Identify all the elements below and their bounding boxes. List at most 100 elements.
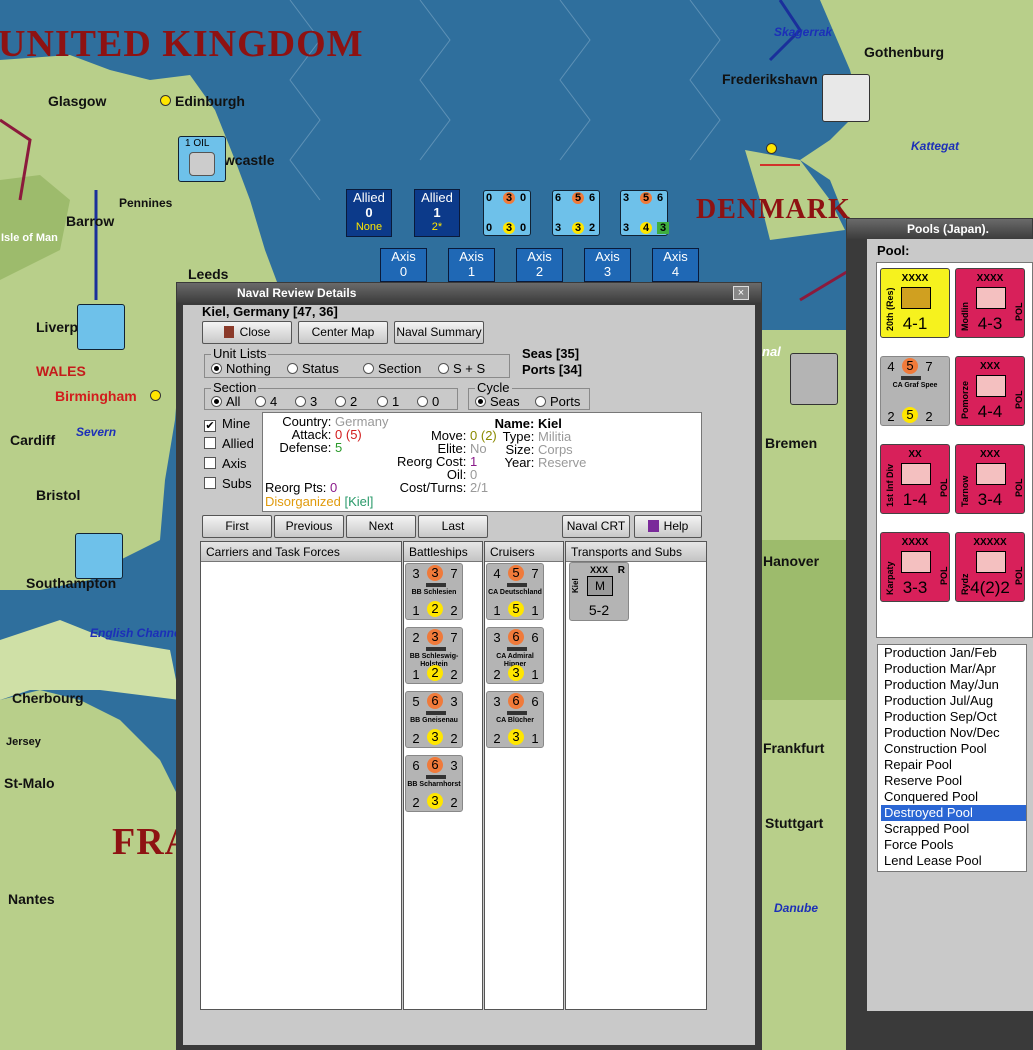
ship-speed: 2 bbox=[450, 603, 458, 618]
ship-counter[interactable]: 3 6 6 CA Blücher 2 3 1 bbox=[486, 691, 544, 748]
naval-summary-button[interactable]: Naval Summary bbox=[394, 321, 484, 344]
ports-count: Ports [34] bbox=[522, 362, 582, 377]
ship-counter[interactable]: 5 6 3 BB Gneisenau 2 3 2 bbox=[405, 691, 463, 748]
radio-section-4[interactable]: 4 bbox=[255, 395, 277, 409]
unit-status: Disorganized [Kiel] bbox=[265, 494, 374, 509]
checkbox-axis[interactable]: Axis bbox=[204, 457, 247, 471]
radio-cycle-seas[interactable]: Seas bbox=[475, 395, 520, 409]
radio-nothing[interactable]: Nothing bbox=[211, 362, 271, 376]
kiel-militia-counter[interactable]: XXX R Kiel M 5-2 bbox=[569, 562, 629, 621]
pool-unit-counter[interactable]: XXXXX Rydz POL 4(2)2 bbox=[955, 532, 1025, 602]
close-window-icon[interactable]: × bbox=[733, 286, 749, 300]
pool-list-item[interactable]: Production Jan/Feb bbox=[881, 645, 1026, 661]
pool-list-item[interactable]: Lend Lease Pool bbox=[881, 853, 1026, 869]
close-button[interactable]: Close bbox=[202, 321, 292, 344]
radio-section-0[interactable]: 0 bbox=[417, 395, 439, 409]
allied-box-sub: None bbox=[355, 221, 383, 233]
help-book-icon bbox=[647, 520, 659, 532]
pool-list-item[interactable]: Destroyed Pool bbox=[881, 805, 1026, 821]
axis-box-2[interactable]: Axis 2 bbox=[516, 248, 563, 282]
allied-box-label: Allied bbox=[353, 190, 385, 205]
pool-list-item[interactable]: Production Nov/Dec bbox=[881, 725, 1026, 741]
checkbox-subs[interactable]: Subs bbox=[204, 477, 252, 491]
pool-list-item[interactable]: Production Sep/Oct bbox=[881, 709, 1026, 725]
radio-s-plus-s[interactable]: S + S bbox=[438, 362, 485, 376]
pool-list-item[interactable]: Conquered Pool bbox=[881, 789, 1026, 805]
german-unit-counter[interactable] bbox=[822, 74, 870, 122]
counter-value: 3 bbox=[657, 222, 669, 234]
axis-box-value: 3 bbox=[603, 264, 612, 279]
ship-surface-strength: 6 bbox=[427, 757, 443, 773]
ship-counter[interactable]: 4 5 7 CA Deutschland 1 5 1 bbox=[486, 563, 544, 620]
radio-section[interactable]: Section bbox=[363, 362, 421, 376]
ship-counter[interactable]: 6 6 3 BB Scharnhorst 2 3 2 bbox=[405, 755, 463, 812]
radio-section-3[interactable]: 3 bbox=[295, 395, 317, 409]
pool-unit-counter[interactable]: XX 1st Inf Div POL 1-4 bbox=[880, 444, 950, 514]
radio-section-1[interactable]: 1 bbox=[377, 395, 399, 409]
pool-list-item[interactable]: Repair Pool bbox=[881, 757, 1026, 773]
pool-list-item[interactable]: Production May/Jun bbox=[881, 677, 1026, 693]
pool-unit-counter[interactable]: XXXX Karpaty POL 3-3 bbox=[880, 532, 950, 602]
ship-aa: 1 bbox=[412, 667, 420, 682]
radio-cycle-ports[interactable]: Ports bbox=[535, 395, 580, 409]
uk-transport-counter[interactable]: 0 3 0 0 3 0 bbox=[483, 190, 531, 236]
pool-list-item[interactable]: Construction Pool bbox=[881, 741, 1026, 757]
counter-value: 6 bbox=[555, 192, 562, 204]
unit-flag: R bbox=[617, 565, 625, 576]
pool-unit-counter[interactable]: XXX Tarnow POL 3-4 bbox=[955, 444, 1025, 514]
first-button[interactable]: First bbox=[202, 515, 272, 538]
allied-box-0[interactable]: Allied 0 None bbox=[346, 189, 392, 237]
ship-counter[interactable]: 2 3 7 BB Schleswig-Holstein 1 2 2 bbox=[405, 627, 463, 684]
river-severn: Severn bbox=[76, 425, 117, 439]
counter-value: 3 bbox=[555, 222, 562, 234]
next-button[interactable]: Next bbox=[346, 515, 416, 538]
radio-section-all[interactable]: All bbox=[211, 395, 240, 409]
checkbox-allied[interactable]: Allied bbox=[204, 437, 254, 451]
unit-strength: 4-4 bbox=[977, 402, 1003, 421]
pool-list-item[interactable]: Force Pools bbox=[881, 837, 1026, 853]
ship-counter[interactable]: 4 5 7 CA Graf Spee 2 5 2 bbox=[880, 356, 950, 426]
axis-box-4[interactable]: Axis 4 bbox=[652, 248, 699, 282]
carriers-column: Carriers and Task Forces bbox=[200, 541, 402, 1010]
last-button[interactable]: Last bbox=[418, 515, 488, 538]
city-dot bbox=[160, 95, 171, 106]
ship-counter[interactable]: 366CA Admiral Hipper231 bbox=[486, 627, 544, 684]
reorg-pts: Reorg Pts: 0 bbox=[265, 480, 338, 495]
allied-box-1[interactable]: Allied 1 2* bbox=[414, 189, 460, 237]
region-wales: WALES bbox=[36, 363, 86, 379]
pool-list[interactable]: Production Jan/Feb Production Mar/Apr Prod… bbox=[877, 644, 1027, 872]
isle-of-man: Isle of Man bbox=[1, 232, 58, 244]
oil-label: 1 OIL bbox=[185, 138, 210, 149]
allied-box-value: 0 bbox=[365, 205, 373, 220]
seas-count: Seas [35] bbox=[522, 346, 580, 361]
axis-box-0[interactable]: Axis 0 bbox=[380, 248, 427, 282]
naval-crt-button[interactable]: Naval CRT bbox=[562, 515, 630, 538]
pool-unit-counter[interactable]: XXXX 20th (Res) 4-1 bbox=[880, 268, 950, 338]
uk-bb-renown-counter[interactable]: 6 5 6 3 3 2 bbox=[552, 190, 600, 236]
previous-button[interactable]: Previous bbox=[274, 515, 344, 538]
pool-list-item[interactable]: Reserve Pool bbox=[881, 773, 1026, 789]
counter-value: 2 bbox=[589, 222, 596, 234]
center-map-button[interactable]: Center Map bbox=[298, 321, 388, 344]
ship-range: 7 bbox=[450, 566, 458, 581]
axis-box-1[interactable]: Axis 1 bbox=[448, 248, 495, 282]
oil-resource-counter[interactable]: 1 OIL bbox=[178, 136, 226, 182]
ship-aa: 2 bbox=[493, 731, 501, 746]
axis-box-3[interactable]: Axis 3 bbox=[584, 248, 631, 282]
ship-speed: 1 bbox=[531, 667, 539, 682]
pool-unit-counter[interactable]: XXXX Modlin POL 4-3 bbox=[955, 268, 1025, 338]
pool-list-item[interactable]: Production Jul/Aug bbox=[881, 693, 1026, 709]
pool-unit-counter[interactable]: XXX Pomorze POL 4-4 bbox=[955, 356, 1025, 426]
pool-list-item[interactable]: Scrapped Pool bbox=[881, 821, 1026, 837]
german-unit-counter[interactable] bbox=[790, 353, 838, 405]
checkbox-mine[interactable]: ✔ Mine bbox=[204, 417, 250, 432]
uk-cv-ark-royal-counter[interactable]: 3 5 6 3 4 3 bbox=[620, 190, 669, 236]
radio-status[interactable]: Status bbox=[287, 362, 339, 376]
carriers-column-header: Carriers and Task Forces bbox=[201, 542, 401, 562]
ship-counter[interactable]: 3 3 7 BB Schlesien 1 2 2 bbox=[405, 563, 463, 620]
uk-unit-counter[interactable] bbox=[75, 533, 123, 579]
radio-section-2[interactable]: 2 bbox=[335, 395, 357, 409]
pool-list-item[interactable]: Production Mar/Apr bbox=[881, 661, 1026, 677]
uk-unit-counter[interactable] bbox=[77, 304, 125, 350]
help-button[interactable]: Help bbox=[634, 515, 702, 538]
